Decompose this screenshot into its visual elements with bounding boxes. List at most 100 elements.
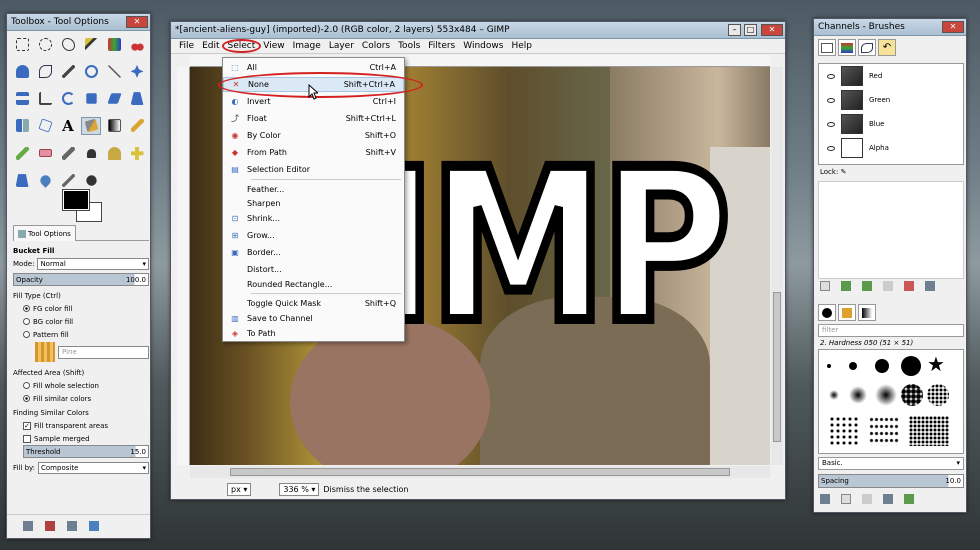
menu-item-sharpen[interactable]: Sharpen (223, 196, 404, 211)
menu-view[interactable]: View (259, 41, 288, 51)
scissors-tool[interactable] (127, 35, 147, 53)
menu-item-rounded-rectangle[interactable]: Rounded Rectangle... (223, 277, 404, 292)
duplicate-brush-icon[interactable] (862, 494, 872, 504)
checkbox[interactable] (23, 434, 31, 443)
brush-preview[interactable] (849, 386, 867, 404)
radio-button[interactable] (23, 331, 30, 338)
menu-item-selection-editor[interactable]: ▤ Selection Editor (223, 162, 404, 177)
brush-preview[interactable] (875, 384, 897, 406)
brush-preview[interactable] (909, 416, 949, 446)
menu-item-float[interactable]: ⤴ Float Shift+Ctrl+L (223, 111, 404, 126)
channel-row[interactable]: Red (819, 64, 963, 88)
channel-row[interactable]: Green (819, 88, 963, 112)
menu-item-toggle-quick-mask[interactable]: Toggle Quick Mask Shift+Q (223, 296, 404, 311)
zoom-select[interactable]: 336 % ▾ (279, 482, 320, 496)
duplicate-icon[interactable] (883, 281, 893, 291)
measure-tool[interactable] (104, 62, 124, 80)
channel-row[interactable]: Blue (819, 112, 963, 136)
color-picker-tool[interactable] (58, 62, 78, 80)
menu-item-to-path[interactable]: ◈ To Path (223, 326, 404, 341)
pencil-tool[interactable] (127, 117, 147, 135)
brush-preview[interactable] (829, 416, 859, 446)
tab-patterns[interactable] (838, 304, 856, 321)
mode-select[interactable]: Normal ▾ (37, 257, 149, 270)
brush-filter-input[interactable]: filter (818, 324, 964, 337)
menu-edit[interactable]: Edit (198, 41, 223, 51)
menu-item-border[interactable]: ▣ Border... (223, 245, 404, 260)
menu-select[interactable]: Select (221, 39, 262, 53)
menu-windows[interactable]: Windows (459, 41, 507, 51)
menu-item-shrink[interactable]: ⊡ Shrink... (223, 211, 404, 226)
brush-preview[interactable] (901, 356, 921, 376)
rect-select-tool[interactable] (12, 35, 32, 53)
channels-title-bar[interactable]: Channels - Brushes ✕ (814, 19, 966, 36)
checkbox[interactable]: ✓ (23, 421, 31, 430)
ink-tool[interactable] (81, 144, 101, 162)
flip-tool[interactable] (12, 117, 32, 135)
tab-undo[interactable]: ↶ (878, 39, 896, 56)
tab-gradients[interactable] (858, 304, 876, 321)
refresh-brushes-icon[interactable] (904, 494, 914, 504)
star-brush-icon[interactable]: ★ (927, 352, 945, 376)
to-selection-icon[interactable] (904, 281, 914, 291)
brush-preview[interactable] (827, 364, 831, 368)
opacity-slider[interactable]: Opacity 100.0 (13, 273, 149, 286)
save-options-icon[interactable] (23, 521, 33, 531)
menu-layer[interactable]: Layer (325, 41, 358, 51)
menu-colors[interactable]: Colors (358, 41, 394, 51)
edit-brush-icon[interactable] (820, 494, 830, 504)
toolbox-title-bar[interactable]: Toolbox - Tool Options ✕ (7, 14, 150, 31)
clone-tool[interactable] (104, 144, 124, 162)
foreground-select-tool[interactable] (12, 62, 32, 80)
brush-preview[interactable] (829, 390, 839, 400)
bg-fill-option[interactable]: BG color fill (13, 315, 149, 328)
channel-row[interactable]: Alpha (819, 136, 963, 160)
pattern-swatch[interactable] (35, 342, 55, 362)
brush-preview[interactable] (901, 384, 923, 406)
menu-item-distort[interactable]: Distort... (223, 262, 404, 277)
text-tool[interactable]: A (58, 117, 78, 135)
dodge-burn-tool[interactable] (81, 172, 101, 190)
brush-preview[interactable] (869, 416, 899, 446)
delete-brush-icon[interactable] (883, 494, 893, 504)
close-button[interactable]: ✕ (761, 24, 783, 36)
radio-button[interactable] (23, 318, 30, 325)
pattern-fill-option[interactable]: Pattern fill (13, 328, 149, 341)
eye-icon[interactable] (827, 73, 835, 79)
shear-tool[interactable] (104, 90, 124, 108)
fill-similar-option[interactable]: Fill similar colors (13, 392, 149, 405)
tab-channels[interactable] (838, 39, 856, 56)
sample-merged-option[interactable]: Sample merged (13, 432, 149, 445)
minimize-button[interactable]: – (728, 24, 741, 36)
menu-item-feather[interactable]: Feather... (223, 182, 404, 197)
radio-button[interactable] (23, 305, 30, 312)
crop-tool[interactable] (35, 90, 55, 108)
menu-item-by-color[interactable]: ◉ By Color Shift+O (223, 128, 404, 143)
menu-filters[interactable]: Filters (424, 41, 459, 51)
blend-tool[interactable] (104, 117, 124, 135)
smudge-tool[interactable] (58, 172, 78, 190)
new-brush-icon[interactable] (841, 494, 851, 504)
menu-tools[interactable]: Tools (394, 41, 424, 51)
close-button[interactable]: ✕ (126, 16, 148, 28)
scroll-thumb[interactable] (773, 292, 781, 442)
brush-lock-icon[interactable]: ✎ (841, 168, 847, 176)
perspective-tool[interactable] (127, 90, 147, 108)
brush-preset-select[interactable]: Basic. ▾ (818, 457, 964, 470)
airbrush-tool[interactable] (58, 144, 78, 162)
threshold-slider[interactable]: Threshold 15.0 (23, 445, 149, 458)
lower-icon[interactable] (862, 281, 872, 291)
close-button[interactable]: ✕ (942, 21, 964, 33)
raise-icon[interactable] (841, 281, 851, 291)
foreground-color[interactable] (62, 189, 90, 211)
restore-options-icon[interactable] (45, 521, 55, 531)
zoom-tool[interactable] (81, 62, 101, 80)
menu-item-from-path[interactable]: ◆ From Path Shift+V (223, 145, 404, 160)
scroll-thumb[interactable] (230, 468, 730, 476)
free-select-tool[interactable] (58, 35, 78, 53)
ellipse-select-tool[interactable] (35, 35, 55, 53)
move-tool[interactable] (127, 62, 147, 80)
bucket-fill-tool[interactable] (81, 116, 101, 135)
scale-tool[interactable] (81, 90, 101, 108)
heal-tool[interactable] (127, 144, 147, 162)
